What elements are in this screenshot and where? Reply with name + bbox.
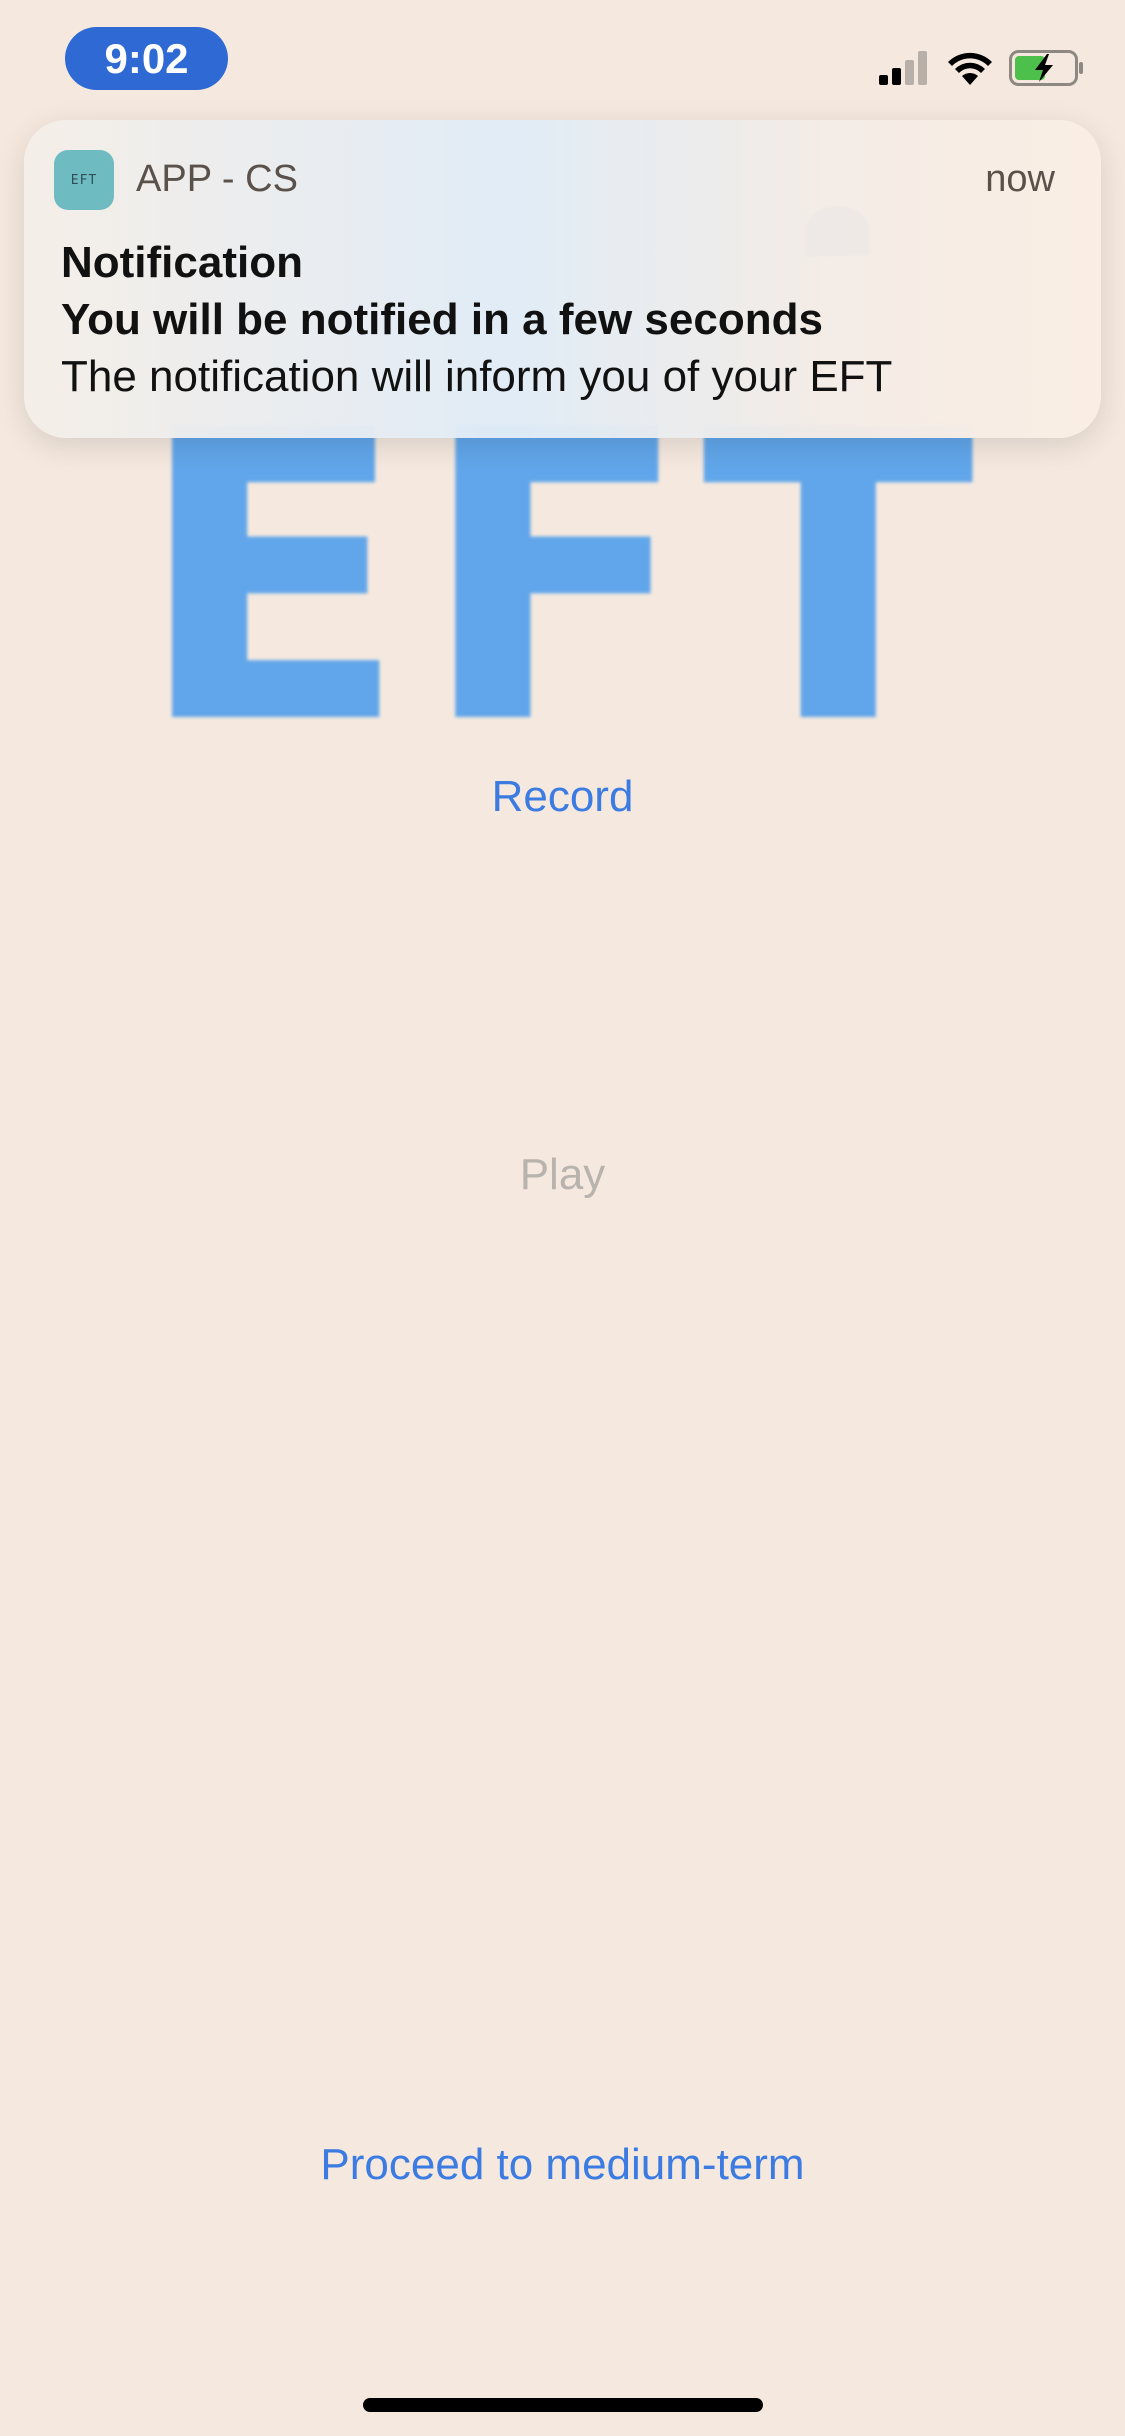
status-icons [879,48,1085,88]
play-button[interactable]: Play [0,1150,1125,1200]
app-icon-text: EFT [70,172,98,188]
proceed-button[interactable]: Proceed to medium-term [0,2140,1125,2190]
notification-banner[interactable]: EFT APP - CS now Notification You will b… [24,120,1101,438]
record-button[interactable]: Record [0,772,1125,822]
notification-app-name: APP - CS [136,158,298,200]
app-icon: EFT [54,150,114,210]
status-time: 9:02 [65,27,228,90]
notification-title: Notification [61,238,303,287]
wifi-icon [947,51,993,85]
notification-subtitle: You will be notified in a few seconds [61,295,823,344]
notification-time: now [985,158,1055,200]
battery-charging-icon [1009,50,1085,86]
cellular-signal-icon [879,51,931,85]
home-indicator[interactable] [363,2398,763,2412]
notification-body: The notification will inform you of your… [61,352,893,401]
